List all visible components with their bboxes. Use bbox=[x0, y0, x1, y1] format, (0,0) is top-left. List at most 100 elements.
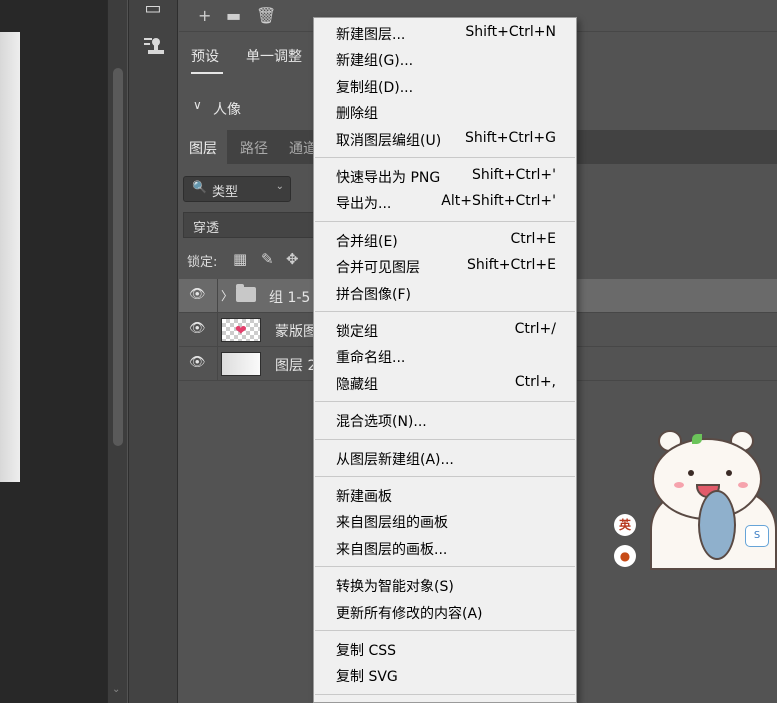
menu-item-label: 新建图层... bbox=[336, 27, 406, 43]
search-icon: 🔍 bbox=[192, 180, 207, 194]
bear-eye bbox=[726, 470, 732, 476]
chevron-down-icon[interactable]: ∨ bbox=[193, 98, 202, 112]
folder-icon[interactable]: ▬ bbox=[226, 6, 241, 25]
menu-item[interactable]: 重命名组... bbox=[314, 343, 576, 369]
menu-item-label: 隐藏组 bbox=[336, 376, 378, 393]
menu-separator bbox=[315, 438, 575, 440]
menu-item-label: 合并组(E) bbox=[336, 233, 398, 250]
ime-lang-badge[interactable]: 英 bbox=[614, 514, 636, 536]
menu-separator bbox=[315, 401, 575, 403]
menu-item-shortcut: Alt+Shift+Ctrl+' bbox=[441, 193, 556, 210]
menu-item[interactable]: 从图层新建组(A)... bbox=[314, 445, 576, 471]
document-canvas[interactable] bbox=[0, 32, 20, 482]
panel-icon[interactable]: ▭ bbox=[139, 0, 167, 22]
ime-squirrel-icon[interactable]: ● bbox=[614, 545, 636, 567]
menu-item-label: 删除组 bbox=[336, 106, 378, 123]
layer-thumbnail: ❤ bbox=[221, 318, 261, 342]
canvas-area[interactable] bbox=[0, 0, 107, 703]
menu-item[interactable]: 锁定组 Ctrl+/ bbox=[314, 317, 576, 343]
tab-layers[interactable]: 图层 bbox=[179, 130, 227, 164]
menu-item[interactable]: 复制 CSS bbox=[314, 636, 576, 662]
menu-item-label: 来自图层的画板... bbox=[336, 541, 448, 558]
panel-footer bbox=[600, 690, 777, 703]
menu-item-shortcut: Shift+Ctrl+N bbox=[465, 24, 556, 40]
menu-item-label: 复制组(D)... bbox=[336, 79, 414, 96]
menu-item-label: 重命名组... bbox=[336, 350, 406, 367]
menu-item[interactable]: 导出为... Alt+Shift+Ctrl+' bbox=[314, 189, 576, 215]
menu-item[interactable]: 转换为智能对象(S) bbox=[314, 572, 576, 598]
menu-separator bbox=[315, 311, 575, 312]
layer-name: 图层 2 bbox=[275, 358, 317, 374]
fish-icon bbox=[698, 490, 736, 560]
menu-item[interactable]: 新建组(G)... bbox=[314, 46, 576, 72]
tab-single-adjust[interactable]: 单一调整 bbox=[246, 46, 302, 66]
trash-icon[interactable]: 🗑 bbox=[256, 6, 276, 25]
brush-icon[interactable]: ✎ bbox=[261, 250, 274, 268]
sprout-icon bbox=[692, 434, 702, 444]
menu-item-label: 取消图层编组(U) bbox=[336, 132, 442, 149]
chevron-down-icon: ⌄ bbox=[275, 181, 284, 192]
context-menu: 新建图层... Shift+Ctrl+N 新建组(G)... 复制组(D)... 删除组… bbox=[313, 17, 577, 703]
menu-separator bbox=[315, 693, 575, 695]
menu-item[interactable]: 来自图层的画板... bbox=[314, 535, 576, 561]
tab-presets[interactable]: 预设 bbox=[191, 46, 219, 66]
heart-icon: ❤ bbox=[235, 323, 247, 339]
menu-item-label: 快速导出为 PNG bbox=[336, 170, 441, 186]
menu-item[interactable]: 新建图层... Shift+Ctrl+N bbox=[314, 20, 576, 46]
eye-icon[interactable]: 👁 bbox=[189, 355, 206, 370]
eye-icon[interactable]: 👁 bbox=[189, 321, 206, 336]
filter-label: 类型 bbox=[212, 185, 239, 200]
menu-item[interactable]: 取消图层编组(U) Shift+Ctrl+G bbox=[314, 126, 576, 152]
scroll-down-icon[interactable]: ⌄ bbox=[112, 684, 120, 695]
tab-paths[interactable]: 路径 bbox=[230, 130, 278, 164]
layer-name: 组 1-5 bbox=[269, 290, 311, 306]
menu-item[interactable]: 合并组(E) Ctrl+E bbox=[314, 227, 576, 253]
scrollbar-thumb[interactable] bbox=[113, 68, 123, 446]
separator bbox=[217, 279, 218, 313]
menu-item-shortcut: Ctrl+, bbox=[514, 373, 556, 390]
sticker-badge: S bbox=[745, 525, 769, 547]
menu-item[interactable]: 删除组 bbox=[314, 99, 576, 125]
menu-item[interactable]: 复制组(D)... bbox=[314, 73, 576, 99]
canvas-scrollbar[interactable]: ⌄ bbox=[107, 0, 127, 703]
menu-item[interactable]: 合并可见图层 Shift+Ctrl+E bbox=[314, 253, 576, 279]
expand-arrow-icon[interactable]: 〉 bbox=[221, 287, 233, 304]
menu-separator bbox=[315, 220, 575, 222]
menu-item-label: 来自图层组的画板 bbox=[336, 515, 448, 532]
menu-item[interactable]: 混合选项(N)... bbox=[314, 407, 576, 433]
menu-item-shortcut: Shift+Ctrl+' bbox=[471, 167, 556, 183]
plus-icon[interactable]: + bbox=[198, 6, 211, 25]
menu-item-shortcut: Shift+Ctrl+E bbox=[466, 257, 556, 274]
menu-separator bbox=[315, 476, 575, 477]
menu-item[interactable]: 更新所有修改的内容(A) bbox=[314, 599, 576, 625]
menu-separator bbox=[315, 157, 575, 158]
menu-item-label: 复制 SVG bbox=[336, 669, 398, 686]
menu-item[interactable]: 快速导出为 PNG Shift+Ctrl+' bbox=[314, 163, 576, 189]
lock-transparent-icon[interactable]: ▦ bbox=[233, 250, 247, 268]
menu-item-label: 新建画板 bbox=[336, 489, 392, 505]
bear-eye bbox=[688, 470, 694, 476]
menu-item[interactable]: 复制 SVG bbox=[314, 662, 576, 688]
menu-item-label: 导出为... bbox=[336, 196, 392, 213]
stamp-icon[interactable] bbox=[139, 32, 167, 60]
stamp-icon-svg bbox=[144, 38, 164, 54]
menu-item[interactable]: 拼合图像(F) bbox=[314, 280, 576, 306]
blend-mode-select[interactable]: 穿透 bbox=[183, 212, 318, 238]
menu-item[interactable]: 新建画板 bbox=[314, 482, 576, 508]
menu-separator bbox=[315, 566, 575, 568]
layer-name: 蒙版图 bbox=[275, 324, 317, 340]
menu-item-label: 拼合图像(F) bbox=[336, 286, 411, 303]
menu-item-shortcut: Shift+Ctrl+G bbox=[464, 129, 556, 146]
move-icon[interactable]: ✥ bbox=[286, 250, 299, 268]
menu-separator bbox=[315, 630, 575, 631]
eye-icon[interactable]: 👁 bbox=[189, 287, 206, 302]
menu-item-label: 从图层新建组(A)... bbox=[336, 451, 454, 468]
menu-item-label: 新建组(G)... bbox=[336, 53, 414, 70]
folder-icon bbox=[236, 284, 256, 302]
bear-cheek bbox=[674, 482, 684, 488]
bear-sticker: S bbox=[650, 430, 777, 570]
layer-filter-dropdown[interactable]: 🔍 类型 ⌄ bbox=[183, 176, 291, 202]
menu-item[interactable]: 隐藏组 Ctrl+, bbox=[314, 370, 576, 396]
menu-item[interactable]: 来自图层组的画板 bbox=[314, 508, 576, 534]
menu-item-label: 转换为智能对象(S) bbox=[336, 579, 454, 596]
